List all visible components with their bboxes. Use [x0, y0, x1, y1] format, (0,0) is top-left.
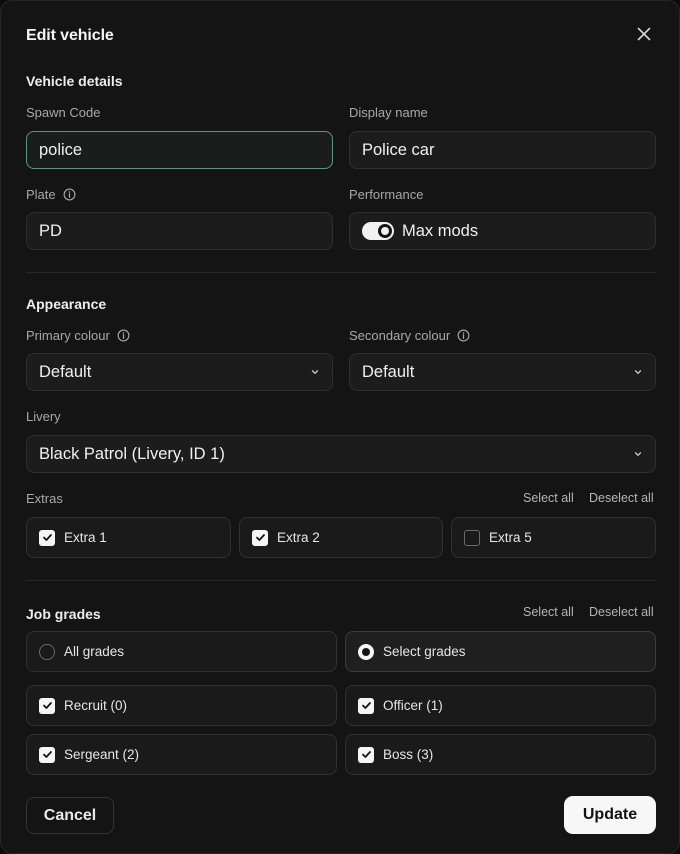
- extra-checkbox-item[interactable]: Extra 1: [26, 517, 231, 558]
- spawn-code-label: Spawn Code: [26, 105, 100, 120]
- plate-label: Plate: [26, 187, 76, 202]
- performance-field: Max mods: [349, 212, 656, 250]
- radio-selected-icon: [358, 643, 374, 660]
- section-divider: [26, 580, 656, 581]
- checkbox-unchecked-icon: [464, 529, 480, 546]
- spawn-code-input[interactable]: police: [26, 131, 333, 169]
- primary-colour-select[interactable]: Default: [26, 353, 333, 391]
- secondary-colour-label-text: Secondary colour: [349, 328, 451, 343]
- edit-vehicle-dialog: Edit vehicle Vehicle details Spawn Code …: [0, 0, 680, 854]
- display-name-label-text: Display name: [349, 105, 428, 120]
- secondary-colour-value: Default: [362, 362, 415, 381]
- extra-checkbox-item[interactable]: Extra 5: [451, 517, 656, 558]
- plate-label-text: Plate: [26, 187, 56, 202]
- dialog-title: Edit vehicle: [26, 27, 114, 44]
- grade-checkbox-item[interactable]: Boss (3): [345, 734, 656, 775]
- toggle-knob: [378, 224, 392, 238]
- appearance-heading: Appearance: [26, 296, 107, 312]
- radio-label: Select grades: [383, 644, 466, 659]
- cancel-button[interactable]: Cancel: [26, 797, 114, 834]
- grade-label: Recruit (0): [64, 698, 128, 713]
- extra-label: Extra 2: [277, 530, 320, 545]
- checkbox-checked-icon: [39, 697, 55, 714]
- grade-label: Officer (1): [383, 698, 443, 713]
- plate-input[interactable]: PD: [26, 212, 333, 250]
- livery-label: Livery: [26, 409, 61, 424]
- chevron-down-icon: [634, 370, 642, 374]
- vehicle-details-heading: Vehicle details: [26, 73, 123, 89]
- extra-label: Extra 1: [64, 530, 107, 545]
- extras-label: Extras: [26, 491, 63, 506]
- extras-deselect-all-link[interactable]: Deselect all: [589, 491, 654, 505]
- chevron-down-icon: [634, 452, 642, 456]
- primary-colour-value: Default: [39, 362, 92, 381]
- job-grades-deselect-all-link[interactable]: Deselect all: [589, 605, 654, 619]
- checkbox-checked-icon: [39, 529, 55, 546]
- info-icon[interactable]: [63, 188, 76, 201]
- grade-checkbox-item[interactable]: Recruit (0): [26, 685, 337, 726]
- radio-label: All grades: [64, 644, 125, 659]
- secondary-colour-label: Secondary colour: [349, 328, 470, 343]
- primary-colour-label-text: Primary colour: [26, 328, 110, 343]
- all-grades-radio-option[interactable]: All grades: [26, 631, 337, 672]
- grade-label: Sergeant (2): [64, 747, 140, 762]
- max-mods-label: Max mods: [402, 221, 479, 240]
- spawn-code-label-text: Spawn Code: [26, 105, 101, 120]
- performance-label-text: Performance: [349, 187, 424, 202]
- grade-checkbox-item[interactable]: Sergeant (2): [26, 734, 337, 775]
- checkbox-checked-icon: [358, 697, 374, 714]
- radio-unselected-icon: [39, 643, 55, 660]
- display-name-label: Display name: [349, 105, 428, 120]
- chevron-down-icon: [311, 370, 319, 374]
- secondary-colour-select[interactable]: Default: [349, 353, 656, 391]
- livery-select[interactable]: Black Patrol (Livery, ID 1): [26, 435, 656, 473]
- close-icon: [637, 27, 651, 41]
- info-icon[interactable]: [457, 329, 470, 342]
- max-mods-toggle[interactable]: [362, 222, 394, 240]
- select-grades-radio-option[interactable]: Select grades: [345, 631, 656, 672]
- grade-label: Boss (3): [383, 747, 434, 762]
- checkbox-checked-icon: [39, 746, 55, 763]
- livery-value: Black Patrol (Livery, ID 1): [39, 444, 225, 463]
- section-divider: [26, 272, 656, 273]
- display-name-input[interactable]: Police car: [349, 131, 656, 169]
- grade-checkbox-item[interactable]: Officer (1): [345, 685, 656, 726]
- extra-label: Extra 5: [489, 530, 532, 545]
- job-grades-select-all-link[interactable]: Select all: [523, 605, 574, 619]
- close-button[interactable]: [633, 23, 655, 45]
- extras-label-text: Extras: [26, 491, 63, 506]
- livery-label-text: Livery: [26, 409, 61, 424]
- extra-checkbox-item[interactable]: Extra 2: [239, 517, 443, 558]
- extras-select-all-link[interactable]: Select all: [523, 491, 574, 505]
- checkbox-checked-icon: [358, 746, 374, 763]
- performance-label: Performance: [349, 187, 423, 202]
- checkbox-checked-icon: [252, 529, 268, 546]
- info-icon[interactable]: [117, 329, 130, 342]
- primary-colour-label: Primary colour: [26, 328, 130, 343]
- job-grades-heading: Job grades: [26, 606, 101, 622]
- update-button[interactable]: Update: [564, 796, 656, 834]
